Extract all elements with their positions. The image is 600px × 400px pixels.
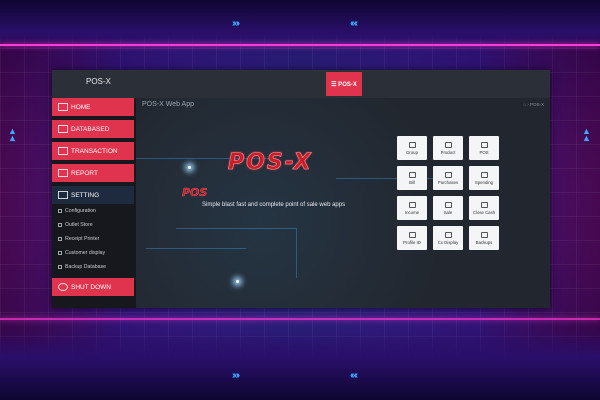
light-flare [236, 280, 239, 283]
wrench-icon [58, 191, 68, 199]
printer-icon [58, 237, 62, 241]
close-cash-icon [480, 201, 488, 208]
box-icon [444, 141, 452, 148]
pos-logo-small: POS [182, 186, 208, 199]
backup-icon [58, 265, 62, 269]
tile-label: Income [404, 209, 420, 215]
sidebar-item-transaction[interactable]: TRANSACTION [52, 142, 134, 160]
sidebar-item-report[interactable]: REPORT [52, 164, 134, 182]
tile-label: Cx Display [437, 239, 459, 245]
hud-arrows-top-left-icon: ›› ›› [232, 18, 240, 29]
tile-sale[interactable]: Sale [433, 196, 463, 220]
sidebar-item-label: REPORT [71, 169, 98, 177]
submenu-backup-database[interactable]: Backup Database [58, 264, 106, 270]
hud-arrows-right-icon: ▲ ▲ [582, 126, 591, 143]
tile-label: Group [406, 149, 418, 155]
tile-cx-display[interactable]: Cx Display [433, 226, 463, 250]
hud-arrows-top-right-icon: ‹‹ ‹‹ [350, 18, 358, 29]
tile-purchases[interactable]: Purchases [433, 166, 463, 190]
tile-label: POS [479, 149, 489, 155]
tile-close-cash[interactable]: Close Cash [469, 196, 499, 220]
image-icon [444, 231, 452, 238]
sidebar-item-label: TRANSACTION [71, 147, 118, 155]
store-icon [58, 223, 62, 227]
hud-frame-bottom [0, 330, 600, 400]
main-content: POS-X Web App ⌂ › POS-X POS-X POS Simple… [136, 98, 550, 308]
circuit-trace [176, 228, 296, 229]
tile-label: Backups [475, 239, 493, 245]
circuit-trace [296, 228, 297, 278]
neon-line-bottom [0, 318, 600, 320]
tile-bill[interactable]: Bill [397, 166, 427, 190]
tile-pos[interactable]: POS [469, 136, 499, 160]
tile-group[interactable]: Group [397, 136, 427, 160]
hud-frame-top [0, 0, 600, 48]
submenu-outlet-store[interactable]: Outlet Store [58, 222, 93, 228]
hud-arrows-left-icon: ▲ ▲ [8, 126, 17, 143]
submenu-label: Configuration [65, 208, 96, 214]
hud-arrows-bottom-left-icon: ›› ›› [232, 370, 240, 381]
submenu-label: Receipt Printer [65, 236, 100, 242]
sidebar-item-databased[interactable]: DATABASED [52, 120, 134, 138]
purchases-icon [444, 171, 452, 178]
tagline: Simple blast fast and complete point of … [202, 202, 346, 208]
database-icon [58, 125, 68, 133]
hud-arrows-bottom-right-icon: ‹‹ ‹‹ [350, 370, 358, 381]
spending-icon [480, 171, 488, 178]
sidebar-item-home[interactable]: HOME [52, 98, 134, 116]
cart-icon [58, 147, 68, 155]
income-icon [408, 201, 416, 208]
brand-name[interactable]: POS-X [86, 77, 111, 86]
backup-icon [480, 231, 488, 238]
tile-label: Sale [443, 209, 453, 215]
circuit-trace [146, 248, 246, 249]
tile-label: Spending [474, 179, 494, 185]
report-icon [58, 169, 68, 177]
page-title: POS-X Web App [142, 101, 195, 108]
submenu-configuration[interactable]: Configuration [58, 208, 96, 214]
gear-icon [58, 209, 62, 213]
tile-label: Bill [409, 179, 415, 185]
sale-icon [444, 201, 452, 208]
home-icon [480, 141, 488, 148]
pos-x-logo: POS-X [228, 150, 313, 176]
sidebar-item-label: HOME [71, 103, 91, 111]
top-bar: POS-X ☰ POS-X [52, 70, 550, 98]
pos-app-window: POS-X ☰ POS-X HOME DATABASED TRANSACTION… [52, 70, 550, 308]
bill-icon [408, 171, 416, 178]
submenu-customer-display[interactable]: Customer display [58, 250, 105, 256]
sidebar-item-label: SETTING [71, 191, 100, 199]
submenu-label: Outlet Store [65, 222, 93, 228]
group-icon [408, 141, 416, 148]
sidebar-item-label: DATABASED [71, 125, 110, 133]
tile-label: Profile ID [403, 239, 421, 245]
sidebar-item-shut-down[interactable]: SHUT DOWN [52, 278, 134, 296]
tile-profile-id[interactable]: Profile ID [397, 226, 427, 250]
tile-label: Product [440, 149, 456, 155]
submenu-label: Backup Database [65, 264, 106, 270]
tile-income[interactable]: Income [397, 196, 427, 220]
display-icon [58, 251, 62, 255]
sidebar: HOME DATABASED TRANSACTION REPORT SETTIN… [52, 98, 136, 308]
menu-button[interactable]: ☰ POS-X [326, 72, 362, 96]
power-icon [58, 283, 68, 291]
monitor-icon [58, 103, 68, 111]
submenu-label: Customer display [65, 250, 106, 256]
neon-line-top [0, 44, 600, 46]
tile-label: Close Cash [472, 209, 496, 215]
breadcrumb[interactable]: ⌂ › POS-X [523, 102, 544, 107]
tile-spending[interactable]: Spending [469, 166, 499, 190]
tile-label: Purchases [437, 179, 459, 185]
sidebar-item-label: SHUT DOWN [71, 283, 111, 291]
light-flare [188, 166, 191, 169]
wrench-icon [408, 231, 416, 238]
submenu-receipt-printer[interactable]: Receipt Printer [58, 236, 99, 242]
tile-backups[interactable]: Backups [469, 226, 499, 250]
sidebar-item-setting[interactable]: SETTING [52, 186, 134, 204]
tile-product[interactable]: Product [433, 136, 463, 160]
